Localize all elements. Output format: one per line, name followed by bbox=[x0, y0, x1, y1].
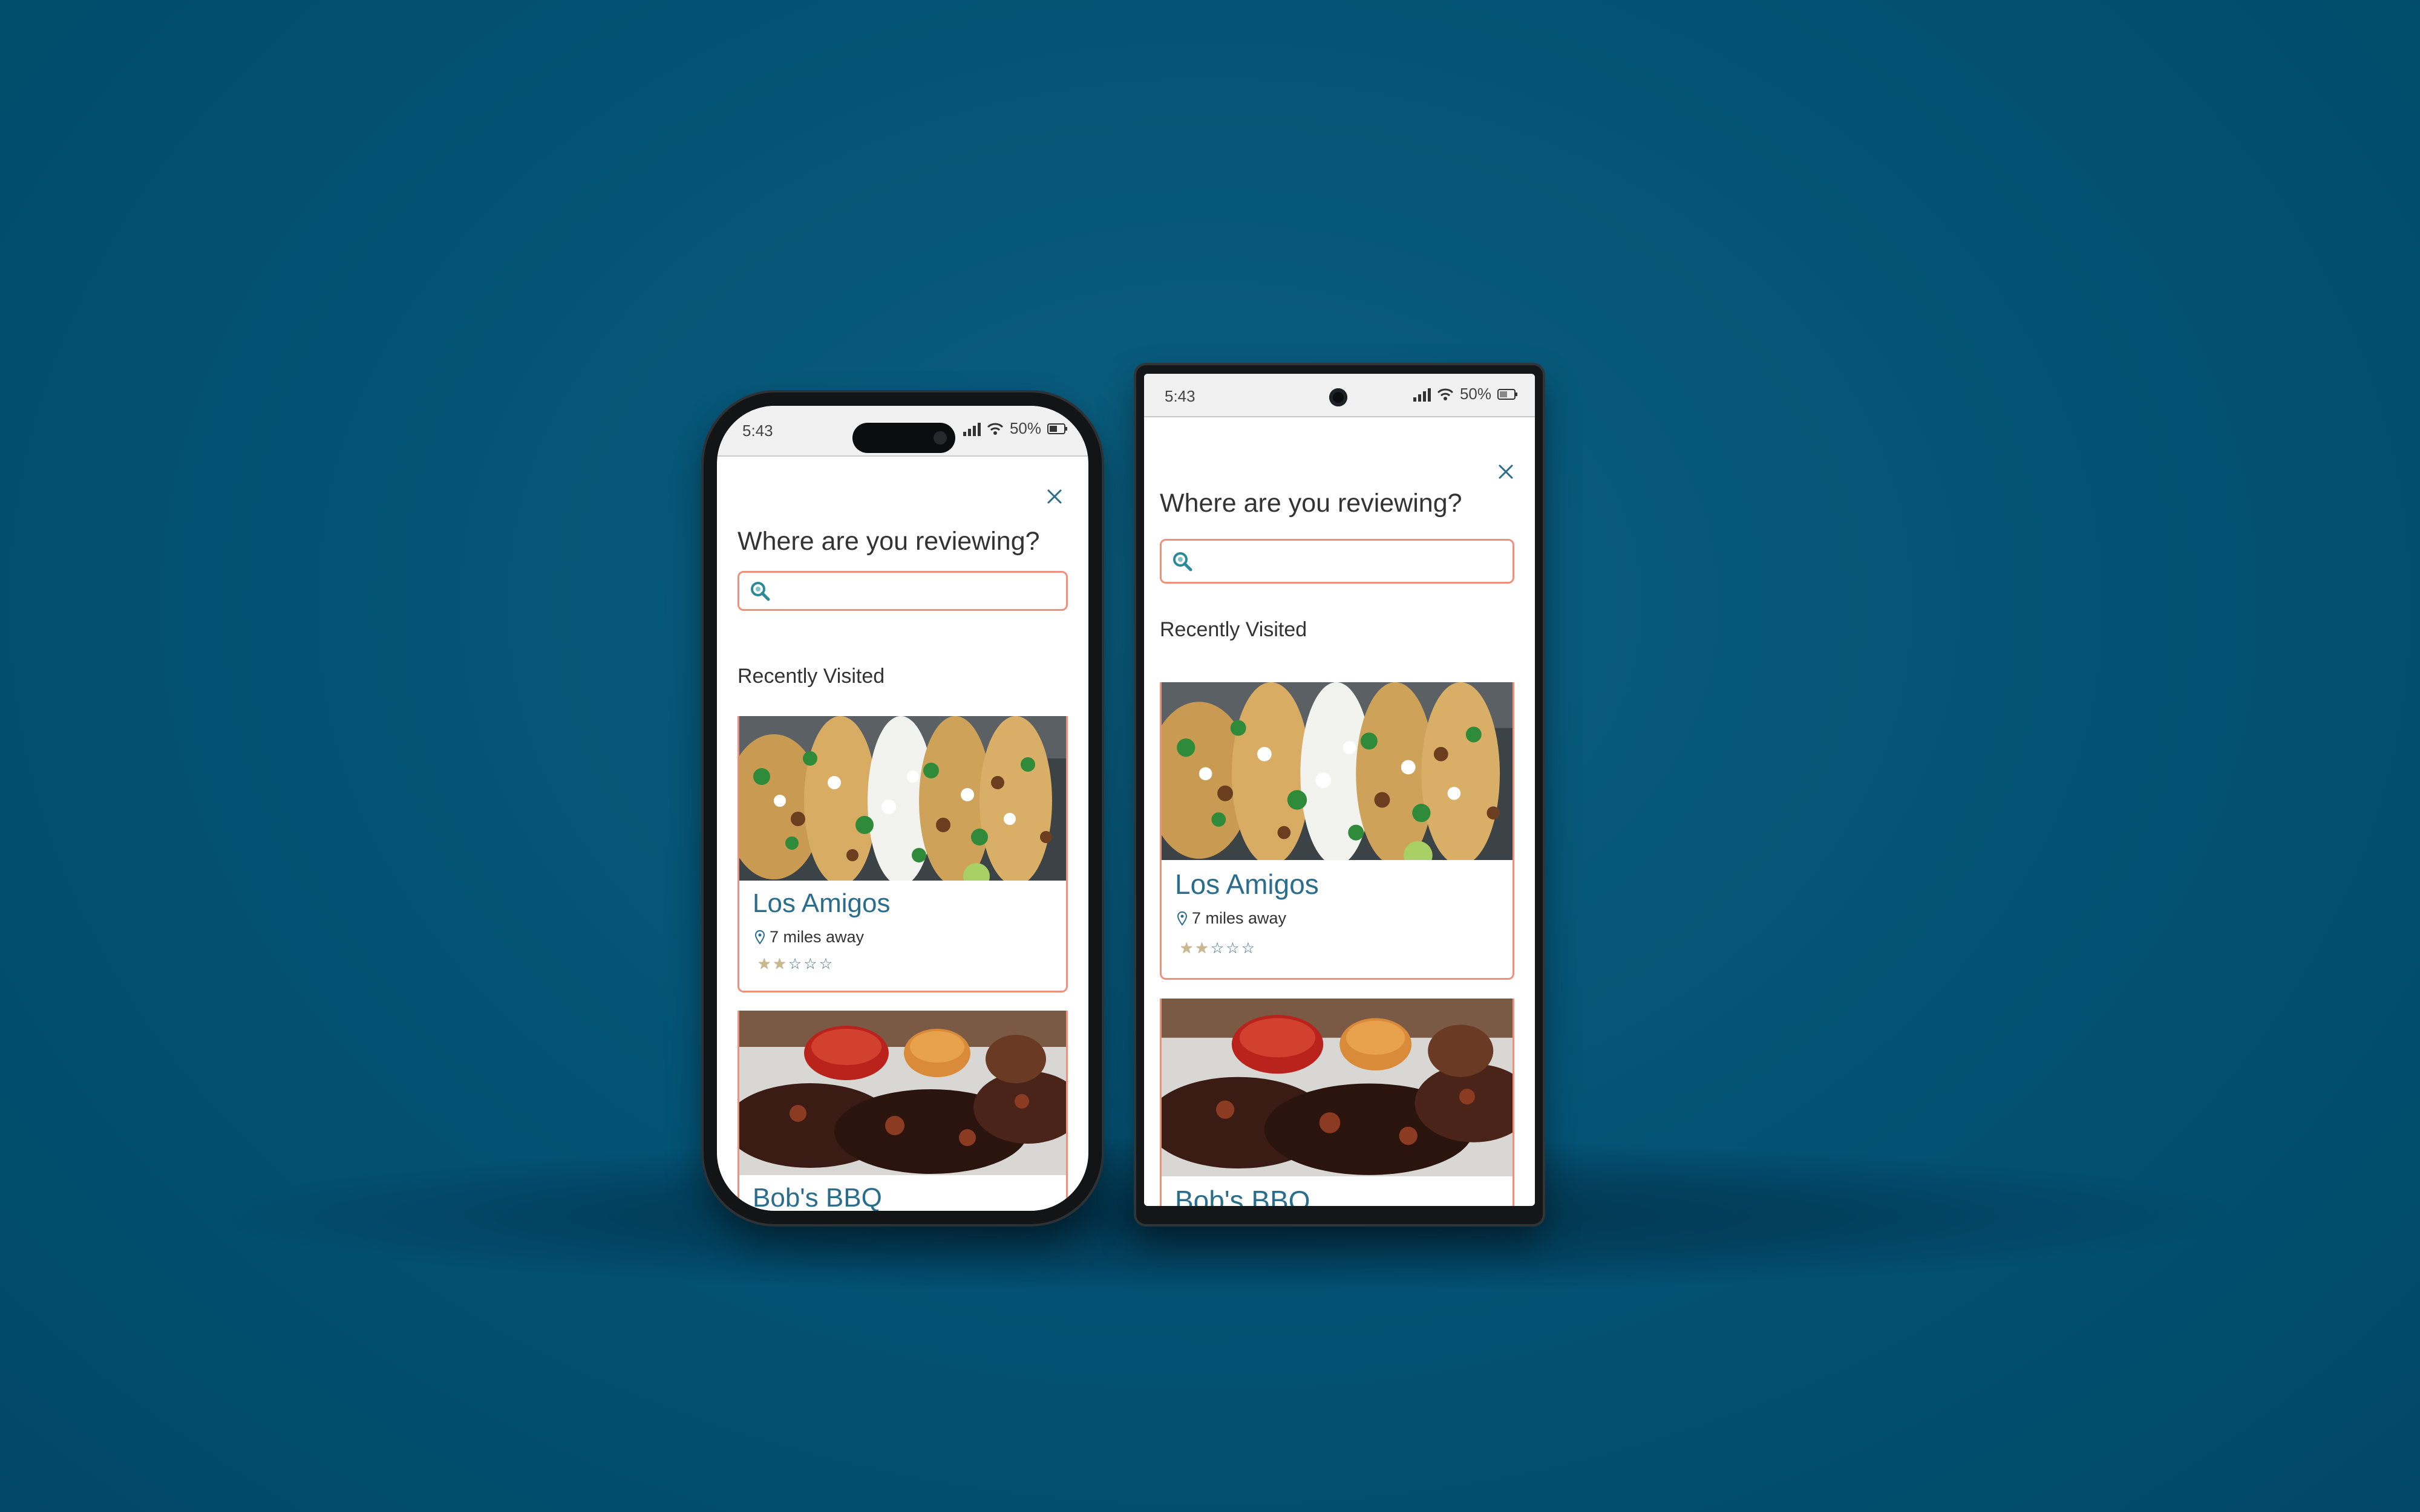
close-icon bbox=[1047, 489, 1062, 504]
page-title: Where are you reviewing? bbox=[737, 527, 1040, 556]
wifi-icon bbox=[987, 422, 1004, 435]
iphone-screen: 5:43 50% Where are you reviewing? Recent… bbox=[717, 406, 1088, 1211]
search-input[interactable] bbox=[771, 572, 1066, 610]
star-icon: ★ bbox=[773, 956, 786, 973]
star-icon: ★ bbox=[1195, 940, 1209, 957]
restaurant-card[interactable]: Los Amigos 7 miles away ★ ★ ☆ ☆ ☆ bbox=[737, 716, 1068, 992]
android-screen: 5:43 50% Where are you reviewing? Recent… bbox=[1144, 374, 1535, 1206]
status-icons: 50% bbox=[963, 419, 1068, 438]
battery-icon bbox=[1047, 423, 1068, 434]
close-button[interactable] bbox=[1494, 460, 1518, 484]
status-time: 5:43 bbox=[1165, 387, 1195, 405]
star-icon: ☆ bbox=[1226, 940, 1240, 957]
bbq-photo bbox=[739, 1011, 1066, 1175]
tacos-photo bbox=[1162, 682, 1512, 860]
status-time: 5:43 bbox=[742, 422, 773, 440]
restaurant-name[interactable]: Bob's BBQ bbox=[1175, 1184, 1310, 1206]
restaurant-name[interactable]: Los Amigos bbox=[1175, 868, 1319, 901]
star-icon: ☆ bbox=[1210, 940, 1225, 957]
location-pin-icon bbox=[755, 930, 765, 945]
page-title: Where are you reviewing? bbox=[1160, 489, 1462, 518]
restaurant-name[interactable]: Bob's BBQ bbox=[753, 1183, 882, 1211]
star-icon: ☆ bbox=[819, 956, 833, 973]
star-icon: ☆ bbox=[788, 956, 802, 973]
section-title: Recently Visited bbox=[1160, 618, 1307, 641]
battery-percent: 50% bbox=[1009, 419, 1041, 437]
wifi-icon bbox=[1437, 388, 1454, 401]
search-input[interactable] bbox=[1193, 540, 1512, 582]
star-rating: ★ ★ ☆ ☆ ☆ bbox=[1180, 941, 1255, 956]
search-box[interactable] bbox=[1160, 539, 1514, 584]
star-icon: ☆ bbox=[1241, 940, 1255, 957]
star-icon: ★ bbox=[1180, 940, 1194, 957]
restaurant-name[interactable]: Los Amigos bbox=[753, 888, 890, 919]
status-bar: 5:43 50% bbox=[1144, 374, 1535, 417]
search-box[interactable] bbox=[737, 571, 1068, 611]
restaurant-card[interactable]: Bob's BBQ bbox=[737, 1011, 1068, 1211]
status-icons: 50% bbox=[1413, 385, 1518, 403]
restaurant-distance: 7 miles away bbox=[755, 928, 864, 947]
section-title: Recently Visited bbox=[737, 665, 885, 688]
battery-percent: 50% bbox=[1459, 385, 1491, 403]
distance-text: 7 miles away bbox=[770, 928, 865, 946]
search-icon bbox=[1173, 552, 1192, 572]
close-icon bbox=[1499, 464, 1513, 479]
signal-icon bbox=[963, 422, 981, 436]
tacos-photo bbox=[739, 716, 1066, 881]
search-icon bbox=[751, 582, 770, 601]
star-icon: ☆ bbox=[803, 956, 817, 973]
status-bar: 5:43 50% bbox=[717, 406, 1088, 457]
iphone-mockup: 5:43 50% Where are you reviewing? Recent… bbox=[704, 393, 1102, 1224]
star-icon: ★ bbox=[757, 956, 771, 973]
close-button[interactable] bbox=[1042, 484, 1067, 509]
restaurant-distance: 7 miles away bbox=[1177, 909, 1286, 928]
android-mockup: 5:43 50% Where are you reviewing? Recent… bbox=[1136, 365, 1543, 1224]
front-camera bbox=[1329, 388, 1347, 406]
dynamic-island bbox=[852, 423, 955, 453]
location-pin-icon bbox=[1177, 911, 1187, 926]
battery-icon bbox=[1497, 388, 1518, 400]
star-rating: ★ ★ ☆ ☆ ☆ bbox=[757, 957, 832, 972]
distance-text: 7 miles away bbox=[1192, 909, 1287, 927]
restaurant-card[interactable]: Los Amigos 7 miles away ★ ★ ☆ ☆ ☆ bbox=[1160, 682, 1514, 980]
restaurant-card[interactable]: Bob's BBQ bbox=[1160, 999, 1514, 1206]
signal-icon bbox=[1413, 387, 1431, 402]
bbq-photo bbox=[1162, 999, 1512, 1176]
